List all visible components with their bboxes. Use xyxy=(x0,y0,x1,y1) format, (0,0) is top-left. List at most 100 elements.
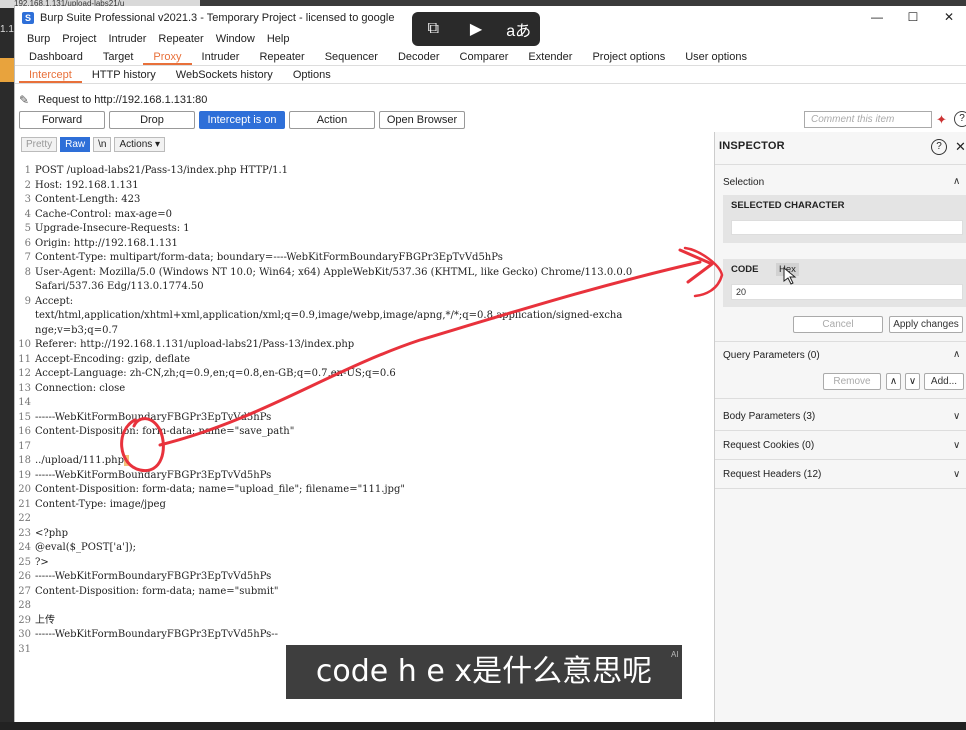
line-text: nge;v=b3;q=0.7 xyxy=(35,324,118,336)
inspector-close-icon[interactable]: ✕ xyxy=(955,139,966,155)
body-parameters-header[interactable]: Body Parameters (3) xyxy=(723,411,815,422)
tab-repeater[interactable]: Repeater xyxy=(249,48,314,65)
chevron-down-icon[interactable]: ∨ xyxy=(953,469,960,480)
menu-intruder[interactable]: Intruder xyxy=(103,30,153,48)
pretty-button[interactable]: Pretty xyxy=(21,137,58,152)
cancel-button[interactable]: Cancel xyxy=(793,316,883,333)
line-number: 30 xyxy=(18,629,31,640)
forward-button[interactable]: Forward xyxy=(19,111,105,129)
burp-logo-icon: S xyxy=(22,12,34,24)
code-value-field[interactable]: 20 xyxy=(731,284,963,300)
tab-dashboard[interactable]: Dashboard xyxy=(19,48,93,65)
tab-decoder[interactable]: Decoder xyxy=(388,48,450,65)
chevron-down-icon[interactable]: ∨ xyxy=(953,440,960,451)
minimize-button[interactable]: — xyxy=(859,6,895,28)
tab-options[interactable]: Options xyxy=(283,66,341,83)
drop-button[interactable]: Drop xyxy=(109,111,195,129)
tab-websockets-history[interactable]: WebSockets history xyxy=(166,66,283,83)
close-button[interactable]: ✕ xyxy=(931,6,966,28)
intercept-toggle-button[interactable]: Intercept is on xyxy=(199,111,285,129)
tab-target[interactable]: Target xyxy=(93,48,144,65)
move-up-icon[interactable]: ∧ xyxy=(886,373,901,390)
selection-header[interactable]: Selection xyxy=(723,177,764,188)
menu-project[interactable]: Project xyxy=(56,30,102,48)
inspector-title: INSPECTOR xyxy=(719,140,785,152)
editor-toolbar: Pretty Raw \n Actions ▾ xyxy=(21,137,168,153)
request-cookies-header[interactable]: Request Cookies (0) xyxy=(723,440,814,451)
line-number: 1 xyxy=(24,165,31,176)
tab-project-options[interactable]: Project options xyxy=(582,48,675,65)
line-text: Content-Type: multipart/form-data; bound… xyxy=(35,252,503,263)
hex-toggle[interactable]: Hex xyxy=(776,263,799,276)
query-parameters-header[interactable]: Query Parameters (0) xyxy=(723,350,820,361)
menu-help[interactable]: Help xyxy=(261,30,296,48)
burp-window: S Burp Suite Professional v2021.3 - Temp… xyxy=(14,6,966,730)
inspector-help-icon[interactable]: ? xyxy=(931,139,947,155)
selected-character-field xyxy=(731,220,963,235)
tab-extender[interactable]: Extender xyxy=(518,48,582,65)
help-icon[interactable]: ? xyxy=(954,111,966,127)
window-restore-icon[interactable]: ⧉ xyxy=(419,20,447,38)
add-button[interactable]: Add... xyxy=(924,373,964,390)
line-text: ------WebKitFormBoundaryFBGPr3EpTvVd5hPs xyxy=(35,469,272,481)
move-down-icon[interactable]: ∨ xyxy=(905,373,920,390)
apply-changes-button[interactable]: Apply changes xyxy=(889,316,963,333)
divider xyxy=(715,164,966,165)
actions-dropdown[interactable]: Actions ▾ xyxy=(114,137,166,152)
action-button[interactable]: Action xyxy=(289,111,375,129)
line-number: 28 xyxy=(18,600,31,611)
raw-button[interactable]: Raw xyxy=(60,137,91,152)
remove-button[interactable]: Remove xyxy=(823,373,881,390)
highlight-color-icon[interactable]: ✦ xyxy=(936,112,952,128)
code-label: CODE xyxy=(731,264,759,275)
chevron-up-icon[interactable]: ∧ xyxy=(953,349,960,360)
chevron-down-icon[interactable]: ∨ xyxy=(953,411,960,422)
tab-http-history[interactable]: HTTP history xyxy=(82,66,166,83)
comment-input[interactable]: Comment this item xyxy=(804,111,932,128)
tab-intercept[interactable]: Intercept xyxy=(19,66,82,83)
line-number: 27 xyxy=(18,585,31,597)
divider xyxy=(715,341,966,342)
video-subtitle: code h e x是什么意思呢 xyxy=(286,645,682,699)
translate-icon[interactable]: aあ xyxy=(505,17,533,41)
text-cursor xyxy=(124,455,130,466)
line-text: Cache-Control: max-age=0 xyxy=(35,208,172,220)
request-target: ✎ Request to http://192.168.1.131:80 xyxy=(19,92,207,108)
tab-intruder[interactable]: Intruder xyxy=(192,48,250,65)
line-text: <?php xyxy=(35,527,68,539)
line-number: 31 xyxy=(18,643,31,655)
line-text: Content-Disposition: form-data; name="up… xyxy=(35,484,405,495)
line-number: 15 xyxy=(18,411,31,423)
line-text: ../upload/111.php xyxy=(35,454,130,469)
chevron-up-icon[interactable]: ∧ xyxy=(953,176,960,187)
tab-sequencer[interactable]: Sequencer xyxy=(315,48,388,65)
newline-toggle-button[interactable]: \n xyxy=(93,137,112,152)
line-number: 11 xyxy=(18,353,31,365)
menu-window[interactable]: Window xyxy=(210,30,261,48)
tab-user-options[interactable]: User options xyxy=(675,48,757,65)
line-text: Referer: http://192.168.1.131/upload-lab… xyxy=(35,339,355,350)
intercept-action-bar: Forward Drop Intercept is on Action Open… xyxy=(19,111,469,129)
pencil-icon: ✎ xyxy=(19,93,30,107)
tab-proxy[interactable]: Proxy xyxy=(143,48,192,65)
tab-comparer[interactable]: Comparer xyxy=(450,48,519,65)
request-editor[interactable]: 1 POST /upload-labs21/Pass-13/index.php H… xyxy=(15,156,715,656)
line-text: Content-Type: image/jpeg xyxy=(35,498,166,510)
maximize-button[interactable]: ☐ xyxy=(895,6,931,28)
line-text: Connection: close xyxy=(35,382,126,394)
line-number: 20 xyxy=(18,484,31,495)
line-text: ------WebKitFormBoundaryFBGPr3EpTvVd5hPs… xyxy=(35,629,279,640)
request-target-label: Request to http://192.168.1.131:80 xyxy=(38,94,208,106)
menu-repeater[interactable]: Repeater xyxy=(152,30,209,48)
line-text: 上传 xyxy=(35,614,55,626)
line-text: text/html,application/xhtml+xml,applicat… xyxy=(35,310,623,321)
screen-overlay-toolbar: ⧉ ▶ aあ xyxy=(412,12,540,46)
menu-burp[interactable]: Burp xyxy=(21,30,56,48)
line-number: 4 xyxy=(24,208,31,220)
request-headers-header[interactable]: Request Headers (12) xyxy=(723,469,821,480)
play-icon[interactable]: ▶ xyxy=(462,19,490,39)
open-browser-button[interactable]: Open Browser xyxy=(379,111,465,129)
line-number: 25 xyxy=(18,556,31,568)
selected-character-box: SELECTED CHARACTER xyxy=(723,195,966,243)
line-number: 24 xyxy=(18,542,31,553)
